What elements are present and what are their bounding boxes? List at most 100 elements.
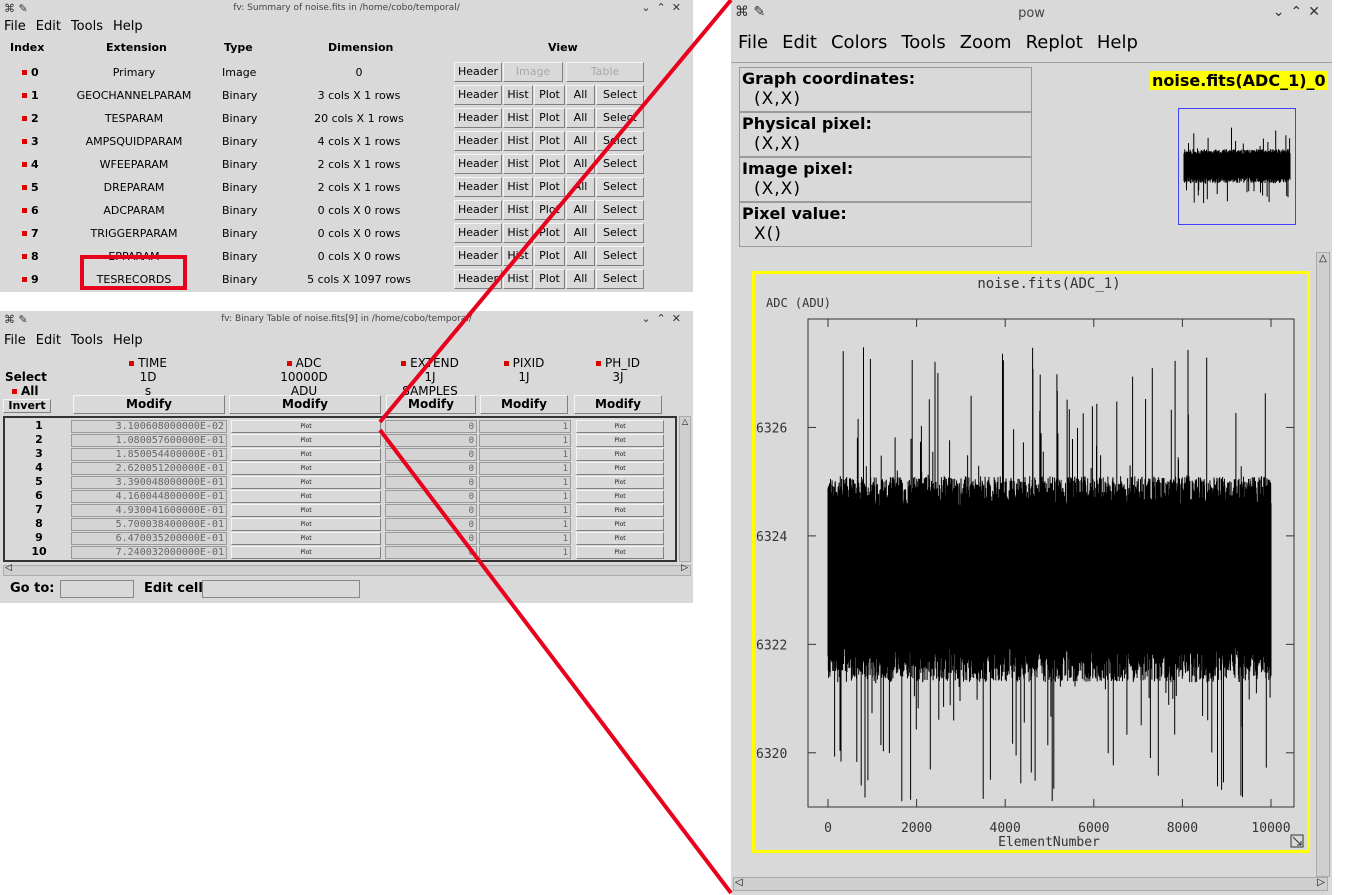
menu-edit[interactable]: Edit bbox=[782, 32, 817, 53]
hist-button[interactable]: Hist bbox=[503, 85, 533, 105]
extend-cell[interactable]: 0 bbox=[385, 476, 477, 489]
hist-button[interactable]: Hist bbox=[503, 246, 533, 266]
header-button[interactable]: Header bbox=[454, 200, 502, 220]
scroll-right-icon[interactable]: ▷ bbox=[681, 563, 688, 573]
time-cell[interactable]: 6.470035200000E-01 bbox=[71, 532, 227, 545]
menu-file[interactable]: File bbox=[4, 333, 26, 348]
pixid-cell[interactable]: 1 bbox=[479, 434, 571, 447]
noise-plot[interactable]: noise.fits(ADC_1) ADC (ADU) ElementNumbe… bbox=[752, 271, 1310, 854]
invert-button[interactable]: Invert bbox=[3, 399, 51, 413]
row-number[interactable]: 10 bbox=[7, 546, 71, 559]
modify-button[interactable]: Modify bbox=[574, 395, 662, 414]
plot-button[interactable]: Plot bbox=[534, 269, 565, 289]
phid-plot-button[interactable]: Plot bbox=[576, 476, 664, 489]
menu-zoom[interactable]: Zoom bbox=[960, 32, 1012, 53]
column-select[interactable]: PH_ID bbox=[558, 356, 678, 370]
pixid-cell[interactable]: 1 bbox=[479, 448, 571, 461]
graph-tag[interactable]: noise.fits(ADC_1)_0 bbox=[1150, 71, 1328, 90]
hist-button[interactable]: Hist bbox=[503, 269, 533, 289]
row-number[interactable]: 3 bbox=[7, 448, 71, 461]
hist-button[interactable]: Hist bbox=[503, 154, 533, 174]
pixid-cell[interactable]: 1 bbox=[479, 490, 571, 503]
hist-button[interactable]: Hist bbox=[503, 200, 533, 220]
scroll-left-icon[interactable]: ◁ bbox=[735, 877, 743, 888]
menu-replot[interactable]: Replot bbox=[1026, 32, 1083, 53]
menu-file[interactable]: File bbox=[738, 32, 768, 53]
all-button[interactable]: All bbox=[566, 177, 595, 197]
row-number[interactable]: 6 bbox=[7, 490, 71, 503]
select-button[interactable]: Select bbox=[596, 108, 644, 128]
all-button[interactable]: All bbox=[566, 200, 595, 220]
select-button[interactable]: Select bbox=[596, 246, 644, 266]
plot-button[interactable]: Plot bbox=[534, 223, 565, 243]
hist-button[interactable]: Hist bbox=[503, 177, 533, 197]
phid-plot-button[interactable]: Plot bbox=[576, 532, 664, 545]
plot-button[interactable]: Plot bbox=[534, 108, 565, 128]
hist-button[interactable]: Hist bbox=[503, 108, 533, 128]
row-number[interactable]: 4 bbox=[7, 462, 71, 475]
header-button[interactable]: Header bbox=[454, 269, 502, 289]
pixid-cell[interactable]: 1 bbox=[479, 532, 571, 545]
pixid-cell[interactable]: 1 bbox=[479, 518, 571, 531]
menu-help[interactable]: Help bbox=[113, 19, 143, 34]
all-button[interactable]: All bbox=[566, 131, 595, 151]
plot-button[interactable]: Plot bbox=[534, 177, 565, 197]
pixid-cell[interactable]: 1 bbox=[479, 462, 571, 475]
extend-cell[interactable]: 0 bbox=[385, 490, 477, 503]
time-cell[interactable]: 4.930041600000E-01 bbox=[71, 504, 227, 517]
pow-vscrollbar[interactable]: △ bbox=[1316, 252, 1330, 877]
select-button[interactable]: Select bbox=[596, 177, 644, 197]
plot-button[interactable]: Plot bbox=[534, 131, 565, 151]
all-button[interactable]: All bbox=[566, 223, 595, 243]
menu-file[interactable]: File bbox=[4, 19, 26, 34]
pixid-cell[interactable]: 1 bbox=[479, 420, 571, 433]
horizontal-scrollbar[interactable]: ◁ ▷ bbox=[3, 563, 691, 576]
adc-plot-button[interactable]: Plot bbox=[231, 532, 381, 545]
select-button[interactable]: Select bbox=[596, 200, 644, 220]
extend-cell[interactable]: 0 bbox=[385, 518, 477, 531]
goto-input[interactable] bbox=[60, 580, 134, 598]
plot-button[interactable]: Plot bbox=[534, 85, 565, 105]
menu-edit[interactable]: Edit bbox=[36, 333, 61, 348]
column-select[interactable]: ADC bbox=[244, 356, 364, 370]
modify-button[interactable]: Modify bbox=[73, 395, 225, 414]
window-controls[interactable]: ⌄⌃✕ bbox=[641, 1, 687, 14]
modify-button[interactable]: Modify bbox=[480, 395, 568, 414]
header-button[interactable]: Header bbox=[454, 154, 502, 174]
plot-button[interactable]: Plot bbox=[534, 200, 565, 220]
phid-plot-button[interactable]: Plot bbox=[576, 504, 664, 517]
phid-plot-button[interactable]: Plot bbox=[576, 448, 664, 461]
plot-button[interactable]: Plot bbox=[534, 246, 565, 266]
adc-plot-button[interactable]: Plot bbox=[231, 518, 381, 531]
column-select[interactable]: TIME bbox=[88, 356, 208, 370]
time-cell[interactable]: 1.850054400000E-01 bbox=[71, 448, 227, 461]
editcell-input[interactable] bbox=[202, 580, 360, 598]
all-button[interactable]: All bbox=[566, 246, 595, 266]
header-button[interactable]: Header bbox=[454, 177, 502, 197]
adc-plot-button[interactable]: Plot bbox=[231, 448, 381, 461]
header-button[interactable]: Header bbox=[454, 131, 502, 151]
header-button[interactable]: Header bbox=[454, 85, 502, 105]
hist-button[interactable]: Hist bbox=[503, 223, 533, 243]
extend-cell[interactable]: 0 bbox=[385, 532, 477, 545]
time-cell[interactable]: 1.080057600000E-01 bbox=[71, 434, 227, 447]
phid-plot-button[interactable]: Plot bbox=[576, 434, 664, 447]
phid-plot-button[interactable]: Plot bbox=[576, 518, 664, 531]
image-button[interactable]: Image bbox=[503, 62, 563, 82]
phid-plot-button[interactable]: Plot bbox=[576, 462, 664, 475]
select-button[interactable]: Select bbox=[596, 85, 644, 105]
extend-cell[interactable]: 0 bbox=[385, 448, 477, 461]
menu-colors[interactable]: Colors bbox=[831, 32, 887, 53]
extend-cell[interactable]: 0 bbox=[385, 434, 477, 447]
time-cell[interactable]: 5.700038400000E-01 bbox=[71, 518, 227, 531]
adc-plot-button[interactable]: Plot bbox=[231, 546, 381, 559]
row-number[interactable]: 9 bbox=[7, 532, 71, 545]
header-button[interactable]: Header bbox=[454, 108, 502, 128]
extend-cell[interactable]: 0 bbox=[385, 462, 477, 475]
header-button[interactable]: Header bbox=[454, 223, 502, 243]
window-controls[interactable]: ⌄⌃✕ bbox=[1273, 4, 1326, 20]
menu-tools[interactable]: Tools bbox=[901, 32, 945, 53]
row-number[interactable]: 2 bbox=[7, 434, 71, 447]
menu-help[interactable]: Help bbox=[1097, 32, 1138, 53]
all-button[interactable]: All bbox=[566, 269, 595, 289]
